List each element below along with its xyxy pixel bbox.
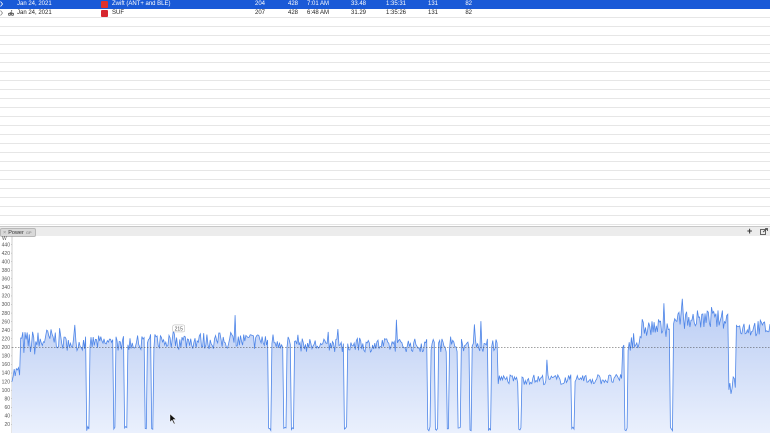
ride-col-c: 33.48 [350,1,366,7]
ride-duration: 1:35:26 [386,10,407,16]
ride-col-d: 131 [427,1,438,7]
ride-col-e: 82 [465,10,472,16]
empty-row [0,216,770,225]
y-tick-label: 340 [2,285,11,291]
y-axis-unit: W [2,236,7,242]
y-tick-label: 360 [2,277,11,283]
empty-row [0,108,770,117]
chevron-right-icon[interactable] [0,1,3,7]
y-tick-label: 380 [2,268,11,274]
empty-row [0,126,770,135]
power-area [12,298,770,433]
ride-title: Zwift (ANT+ and BLE) [112,1,171,7]
y-tick-label: 100 [2,388,11,394]
empty-row [0,63,770,72]
tab-power-sub: GP [25,230,32,235]
table-row[interactable]: Jan 24, 2021 Zwift (ANT+ and BLE) 204 428 7:… [0,0,770,9]
y-tick-label: 160 [2,362,11,368]
chart-panel: × Power GP + 20 40 60 80 100 120 140 160 180 200 220… [0,226,770,433]
ride-col-a: 204 [254,1,265,7]
empty-row [0,117,770,126]
add-chart-button[interactable]: + [747,227,752,236]
y-tick-label: 120 [2,379,11,385]
empty-row [0,189,770,198]
ride-date: Jan 24, 2021 [17,1,52,7]
empty-row [0,171,770,180]
ride-duration: 1:35:31 [386,1,407,7]
chart-toolbar: × Power GP + [0,226,770,237]
y-tick-label: 180 [2,354,11,360]
y-tick-label: 80 [4,396,10,402]
y-tick-label: 320 [2,294,11,300]
ride-color-swatch [101,10,108,17]
y-tick-label: 400 [2,259,11,265]
empty-row [0,135,770,144]
empty-row [0,207,770,216]
ride-time: 6:48 AM [307,10,330,16]
empty-row [0,72,770,81]
table-row[interactable]: Jan 24, 2021 SUF 207 428 6:48 AM 31.29 1:35:26… [0,9,770,18]
empty-row [0,18,770,27]
y-axis: 20 40 60 80 100 120 140 160 180 200 220 240 260 280 30… [2,236,13,433]
ride-time: 7:01 AM [307,1,330,7]
ride-col-e: 82 [465,1,472,7]
y-tick-label: 40 [4,414,10,420]
ride-col-a: 207 [254,10,265,16]
ride-list: Jan 24, 2021 Zwift (ANT+ and BLE) 204 428 7:… [0,0,770,226]
ride-date: Jan 24, 2021 [17,10,52,16]
empty-row [0,180,770,189]
ride-color-swatch [101,1,108,8]
y-tick-label: 280 [2,311,11,317]
empty-row [0,99,770,108]
ride-col-d: 131 [427,10,438,16]
y-tick-label: 140 [2,371,11,377]
y-tick-label: 440 [2,242,11,248]
power-chart[interactable]: 20 40 60 80 100 120 140 160 180 200 220 240 260 280 30… [0,236,770,433]
ride-col-b: 428 [287,10,298,16]
y-tick-label: 300 [2,302,11,308]
y-tick-label: 260 [2,319,11,325]
y-tick-label: 220 [2,336,11,342]
empty-row [0,153,770,162]
ride-title: SUF [112,10,124,16]
empty-row [0,90,770,99]
empty-row [0,45,770,54]
cyclist-icon [8,10,14,16]
empty-row [0,198,770,207]
y-tick-label: 200 [2,345,11,351]
y-tick-label: 60 [4,405,10,411]
empty-row [0,54,770,63]
empty-row [0,81,770,90]
ride-col-c: 31.29 [350,10,366,16]
popout-icon[interactable] [760,228,768,235]
chevron-right-icon[interactable] [0,10,3,16]
empty-row [0,36,770,45]
power-annotation: 215 [172,324,185,333]
y-tick-label: 420 [2,251,11,257]
y-tick-label: 240 [2,328,11,334]
empty-row [0,144,770,153]
empty-row [0,162,770,171]
annotation-label: 215 [175,327,184,333]
empty-row [0,27,770,36]
ride-col-b: 428 [287,1,298,7]
y-tick-label: 20 [4,422,10,428]
